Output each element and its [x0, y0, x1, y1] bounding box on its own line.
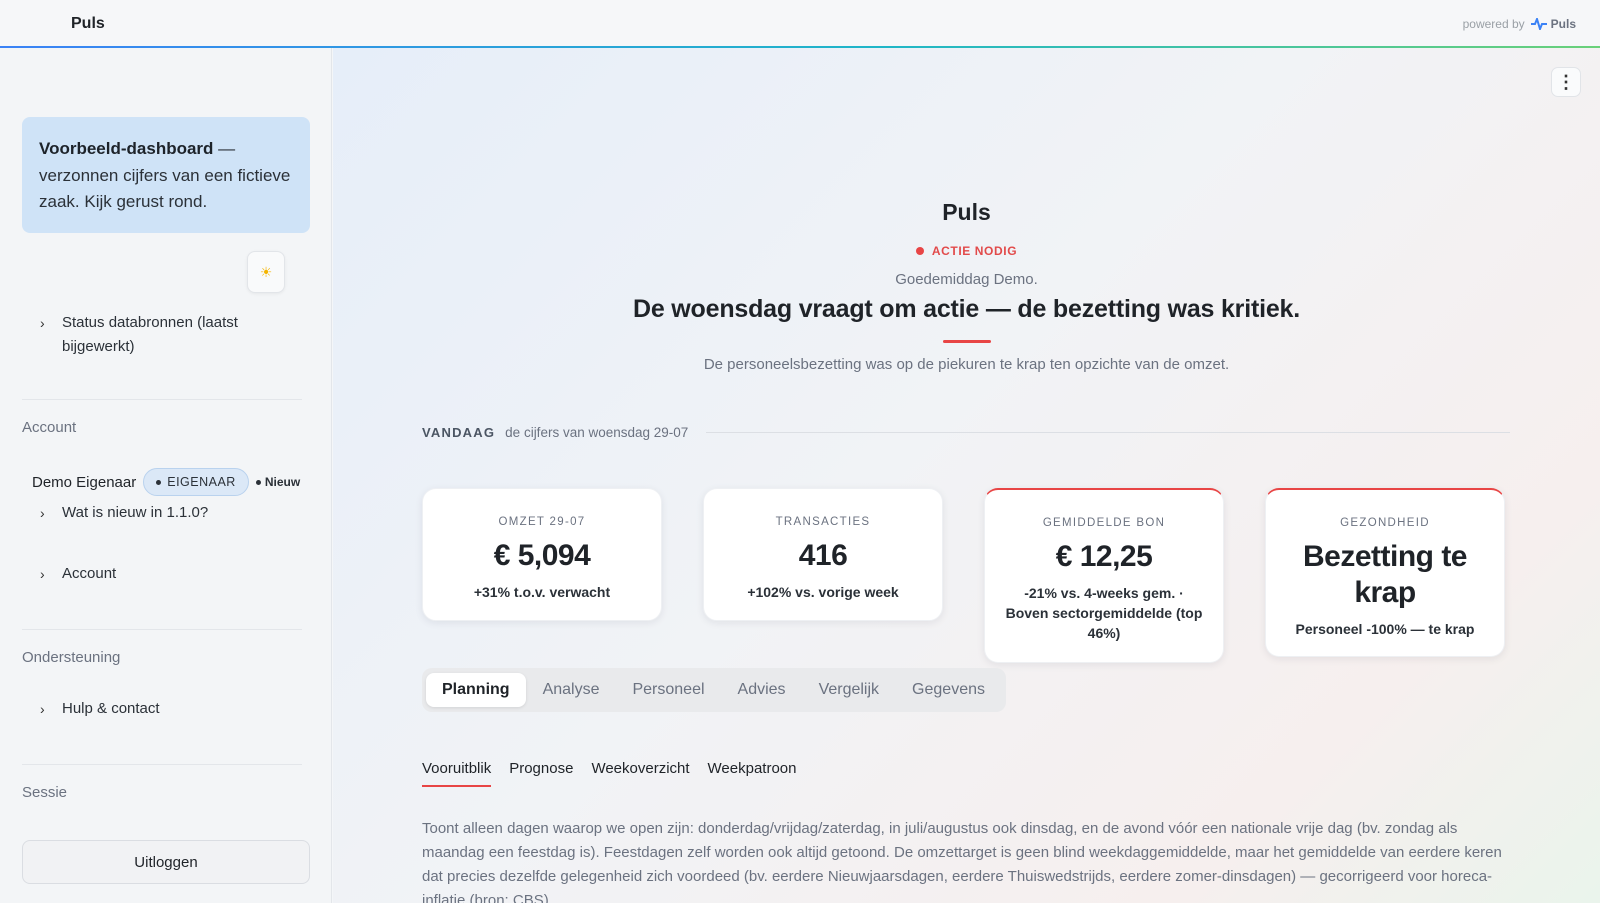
demo-notice: Voorbeeld-dashboard — verzonnen cijfers …	[22, 117, 310, 233]
session-section-title: Sessie	[22, 784, 68, 801]
kebab-menu-icon: ⋮	[1557, 72, 1575, 92]
powered-by-brand-name: Puls	[1550, 17, 1576, 31]
tab-gegevens[interactable]: Gegevens	[896, 673, 1001, 707]
kpi-note: +31% t.o.v. verwacht	[473, 584, 611, 600]
subtab-weekpatroon[interactable]: Weekpatroon	[708, 760, 797, 787]
kpi-card-average-ticket: GEMIDDELDE BON € 12,25 -21% vs. 4-weeks …	[984, 488, 1224, 663]
greeting: Goedemiddag Demo.	[895, 271, 1038, 288]
kpi-label: OMZET 29-07	[498, 516, 586, 528]
status-datasources-label: Status databronnen (laatst bijgewerkt)	[62, 314, 238, 355]
kpi-label: GEZONDHEID	[1340, 517, 1430, 529]
status-indicator: ACTIE NODIG	[333, 244, 1600, 258]
more-options-button[interactable]: ⋮	[1551, 67, 1581, 97]
main-tabs: Planning Analyse Personeel Advies Vergel…	[422, 668, 1006, 712]
today-section-header: VANDAAG de cijfers van woensdag 29-07	[422, 425, 1510, 440]
role-badge: EIGENAAR	[143, 468, 249, 496]
today-date-text: de cijfers van woensdag 29-07	[505, 425, 689, 440]
badge-dot	[156, 479, 162, 485]
kpi-note: -21% vs. 4-weeks gem. · Boven sectorgemi…	[1005, 585, 1203, 641]
kpi-note: +102% vs. vorige week	[747, 584, 899, 600]
sidebar: Voorbeeld-dashboard — verzonnen cijfers …	[0, 48, 332, 903]
account-section-title: Account	[22, 419, 77, 436]
kpi-card-health: GEZONDHEID Bezetting te krap Personeel -…	[1265, 488, 1505, 657]
tab-analyse[interactable]: Analyse	[527, 673, 616, 707]
tab-advies[interactable]: Advies	[722, 673, 802, 707]
today-label: VANDAAG	[422, 425, 496, 440]
status-dot-icon	[915, 247, 924, 255]
kpi-value: € 12,25	[1055, 540, 1153, 573]
headline: De woensdag vraagt om actie — de bezetti…	[633, 295, 1300, 323]
pulse-icon	[1530, 18, 1547, 30]
sidebar-divider	[22, 399, 302, 400]
kpi-card-transactions: TRANSACTIES 416 +102% vs. vorige week	[703, 488, 943, 621]
chevron-right-icon: ›	[40, 701, 45, 717]
subtab-prognose[interactable]: Prognose	[509, 760, 573, 787]
demo-notice-title: Voorbeeld-dashboard	[39, 139, 214, 158]
kpi-value: Bezetting te krap	[1302, 540, 1468, 609]
kpi-label: TRANSACTIES	[775, 516, 871, 528]
theme-toggle-button[interactable]: ☀	[247, 251, 285, 293]
status-label: ACTIE NODIG	[931, 244, 1018, 258]
sidebar-divider	[22, 764, 302, 765]
account-expander-label: Account	[62, 565, 117, 582]
account-expander[interactable]: › Account	[22, 562, 116, 586]
logout-button[interactable]: Uitloggen	[22, 840, 310, 884]
section-rule	[706, 432, 1510, 433]
subtab-vooruitblik[interactable]: Vooruitblik	[422, 760, 492, 787]
sidebar-divider	[22, 629, 302, 630]
sub-tabs: Vooruitblik Prognose Weekoverzicht Weekp…	[422, 760, 796, 787]
kpi-label: GEMIDDELDE BON	[1042, 517, 1166, 529]
forecast-info-text: Toont alleen dagen waarop we open zijn: …	[422, 820, 1502, 903]
kpi-value: € 5,094	[493, 539, 591, 572]
headline-accent	[943, 340, 991, 343]
whats-new-label: Wat is nieuw in 1.1.0?	[62, 504, 209, 521]
new-tag: Nieuw	[255, 475, 301, 489]
user-name: Demo Eigenaar	[32, 473, 137, 491]
tab-personeel[interactable]: Personeel	[616, 673, 720, 707]
kpi-value: 416	[798, 539, 848, 572]
subtab-weekoverzicht[interactable]: Weekoverzicht	[591, 760, 689, 787]
main-content: ⋮ Puls ACTIE NODIG Goedemiddag Demo. De …	[333, 48, 1600, 903]
chevron-right-icon: ›	[40, 505, 45, 521]
powered-by-brand[interactable]: Puls	[1530, 17, 1576, 31]
powered-by-label: powered by	[1462, 17, 1525, 31]
app-title: Puls	[71, 15, 105, 32]
status-datasources-expander[interactable]: › Status databronnen (laatst bijgewerkt)	[22, 311, 312, 359]
chevron-right-icon: ›	[40, 315, 45, 331]
sun-icon: ☀	[259, 263, 273, 280]
support-section-title: Ondersteuning	[22, 649, 121, 666]
kpi-note: Personeel -100% — te krap	[1295, 621, 1475, 637]
new-tag-label: Nieuw	[264, 475, 301, 489]
chevron-right-icon: ›	[40, 566, 45, 582]
page-title: Puls	[942, 199, 991, 225]
role-badge-label: EIGENAAR	[167, 475, 236, 489]
subline: De personeelsbezetting was op de piekure…	[703, 356, 1230, 373]
kpi-card-revenue: OMZET 29-07 € 5,094 +31% t.o.v. verwacht	[422, 488, 662, 621]
help-contact-expander[interactable]: › Hulp & contact	[22, 697, 160, 721]
user-row: Demo Eigenaar EIGENAAR Nieuw	[32, 468, 300, 496]
top-bar: Puls powered by Puls	[0, 0, 1600, 48]
tab-planning[interactable]: Planning	[426, 673, 526, 707]
help-contact-label: Hulp & contact	[62, 700, 160, 717]
whats-new-expander[interactable]: › Wat is nieuw in 1.1.0?	[22, 501, 208, 525]
powered-by: powered by Puls	[1463, 17, 1576, 31]
new-dot	[255, 479, 261, 485]
tab-vergelijk[interactable]: Vergelijk	[803, 673, 895, 707]
